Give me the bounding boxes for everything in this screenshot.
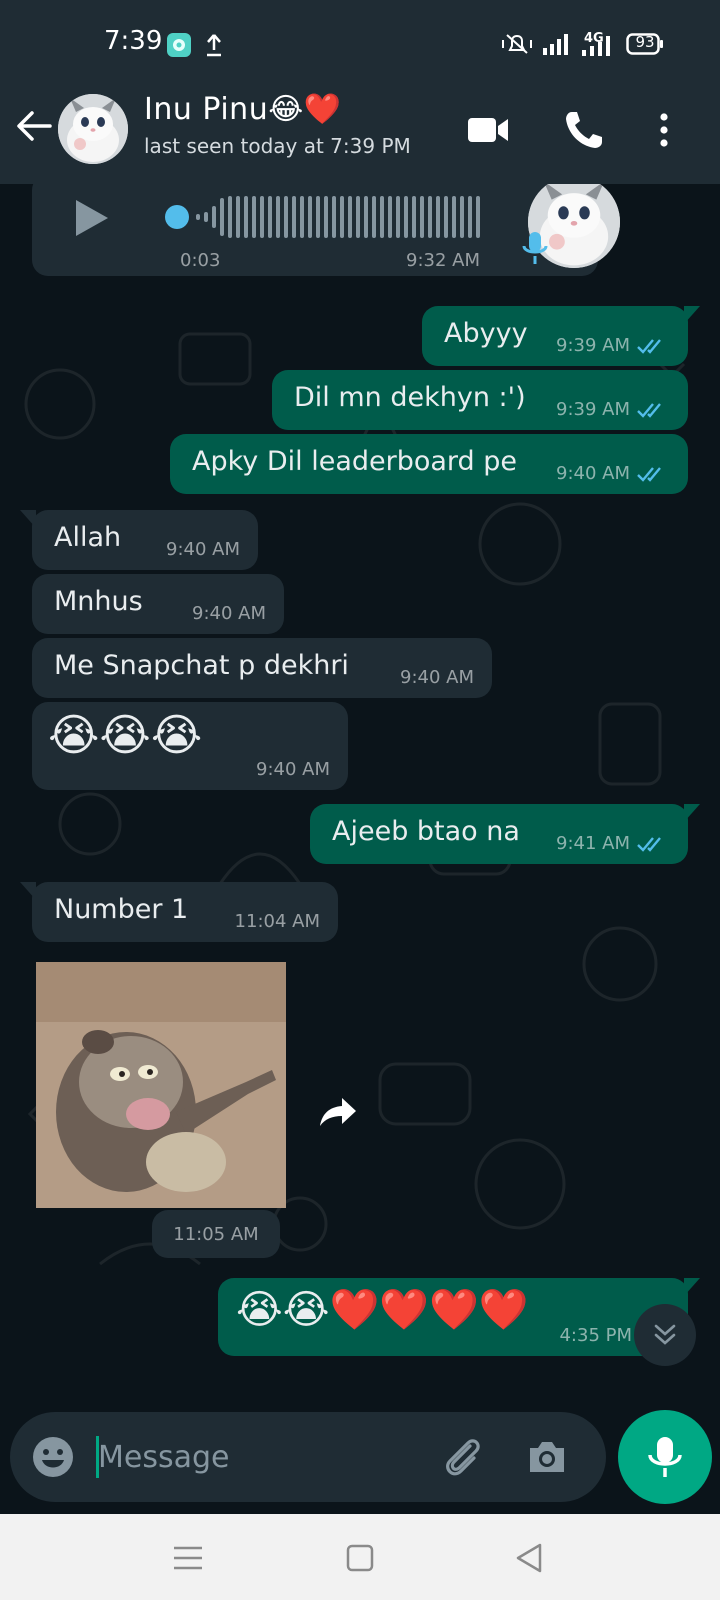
signal-icon	[543, 34, 568, 55]
message-composer	[10, 1412, 606, 1502]
home-icon[interactable]	[340, 1538, 380, 1578]
message-text: Me Snapchat p dekhri	[54, 650, 349, 681]
read-receipt-icon	[637, 836, 661, 852]
chat-wallpaper	[24, 332, 686, 1346]
phone-call-icon[interactable]	[562, 108, 606, 152]
message-time: 9:40 AM	[256, 759, 330, 780]
sticker-timestamp: 11:05 AM	[152, 1210, 280, 1258]
double-chevron-down-icon	[654, 1324, 676, 1345]
last-seen-status: last seen today at 7:39 PM	[144, 134, 411, 158]
status-bar: 7:39 4G 93	[0, 0, 720, 82]
mute-icon	[502, 34, 532, 54]
outgoing-message[interactable]: Dil mn dekhyn :') 9:39 AM	[272, 370, 688, 430]
voice-message[interactable]: 0:03 9:32 AM	[32, 184, 620, 276]
emoji-text: 😭😭😭	[48, 710, 203, 761]
bubble-tail	[684, 306, 700, 324]
message-time: 9:32 AM	[406, 250, 480, 271]
video-call-icon[interactable]	[466, 108, 510, 152]
voice-duration: 0:03	[180, 250, 221, 271]
message-text: Mnhus	[54, 586, 143, 617]
play-icon[interactable]	[68, 196, 112, 240]
incoming-emoji-message[interactable]: 😭😭😭 9:40 AM	[32, 702, 348, 790]
message-time: 11:04 AM	[234, 911, 320, 932]
emoji-text: 😭😭❤️❤️❤️❤️	[236, 1287, 529, 1333]
scroll-to-bottom-button[interactable]	[634, 1304, 696, 1366]
contact-avatar[interactable]	[58, 94, 128, 164]
chat-header: Inu Pinu😂❤️ last seen today at 7:39 PM	[0, 82, 720, 184]
message-text: Apky Dil leaderboard pe	[192, 446, 518, 477]
message-time: 9:40 AM	[192, 603, 266, 624]
message-time: 9:40 AM	[166, 539, 240, 560]
voice-record-button[interactable]	[618, 1410, 712, 1504]
attach-icon[interactable]	[440, 1434, 486, 1480]
app-notification-icon	[167, 33, 191, 57]
outgoing-message[interactable]: Ajeeb btao na 9:41 AM	[310, 804, 700, 864]
upload-icon	[207, 34, 221, 57]
bubble-tail	[20, 510, 36, 528]
message-time: 11:05 AM	[173, 1223, 259, 1245]
microphone-icon	[522, 232, 548, 264]
message-time: 4:35 PM	[559, 1325, 632, 1346]
camera-icon[interactable]	[524, 1434, 570, 1480]
audio-waveform[interactable]	[164, 192, 494, 242]
back-icon[interactable]	[510, 1538, 550, 1578]
4g-signal-icon: 4G	[582, 31, 610, 56]
outgoing-message[interactable]: Abyyy 9:39 AM	[422, 306, 700, 366]
read-receipt-icon	[637, 466, 661, 482]
message-text: Ajeeb btao na	[332, 816, 520, 847]
mic-icon	[648, 1437, 682, 1477]
message-time: 9:41 AM	[556, 833, 630, 854]
outgoing-emoji-message[interactable]: 😭😭❤️❤️❤️❤️ 4:35 PM	[218, 1278, 700, 1356]
message-time: 9:39 AM	[556, 335, 630, 356]
status-time: 7:39	[104, 26, 163, 56]
read-receipt-icon	[637, 402, 661, 418]
incoming-message[interactable]: Allah 9:40 AM	[20, 510, 258, 570]
bubble-tail	[20, 882, 36, 900]
incoming-message[interactable]: Me Snapchat p dekhri 9:40 AM	[32, 638, 492, 698]
message-time: 9:39 AM	[556, 399, 630, 420]
contact-name[interactable]: Inu Pinu😂❤️	[144, 92, 342, 127]
incoming-message[interactable]: Mnhus 9:40 AM	[32, 574, 284, 634]
read-receipt-icon	[637, 338, 661, 354]
message-text: Dil mn dekhyn :')	[294, 382, 526, 413]
more-options-icon[interactable]	[642, 108, 686, 152]
incoming-message[interactable]: Number 1 11:04 AM	[20, 882, 338, 942]
battery-level: 93	[635, 33, 655, 51]
menu-icon[interactable]	[168, 1538, 208, 1578]
system-navigation-bar	[0, 1514, 720, 1600]
message-text: Allah	[54, 522, 122, 553]
bubble-tail	[684, 1278, 700, 1296]
message-text: Number 1	[54, 894, 189, 925]
forward-icon[interactable]	[316, 1090, 360, 1134]
message-text: Abyyy	[444, 318, 528, 349]
message-input[interactable]	[98, 1430, 418, 1484]
outgoing-message[interactable]: Apky Dil leaderboard pe 9:40 AM	[170, 434, 688, 494]
message-time: 9:40 AM	[556, 463, 630, 484]
emoji-icon[interactable]	[30, 1434, 76, 1480]
bubble-tail	[684, 804, 700, 822]
message-time: 9:40 AM	[400, 667, 474, 688]
back-arrow-icon[interactable]	[14, 106, 54, 146]
chat-area[interactable]: 0:03 9:32 AM Abyyy 9:39 AM Dil mn dekhyn…	[0, 184, 720, 1412]
sticker-image[interactable]	[36, 962, 286, 1208]
